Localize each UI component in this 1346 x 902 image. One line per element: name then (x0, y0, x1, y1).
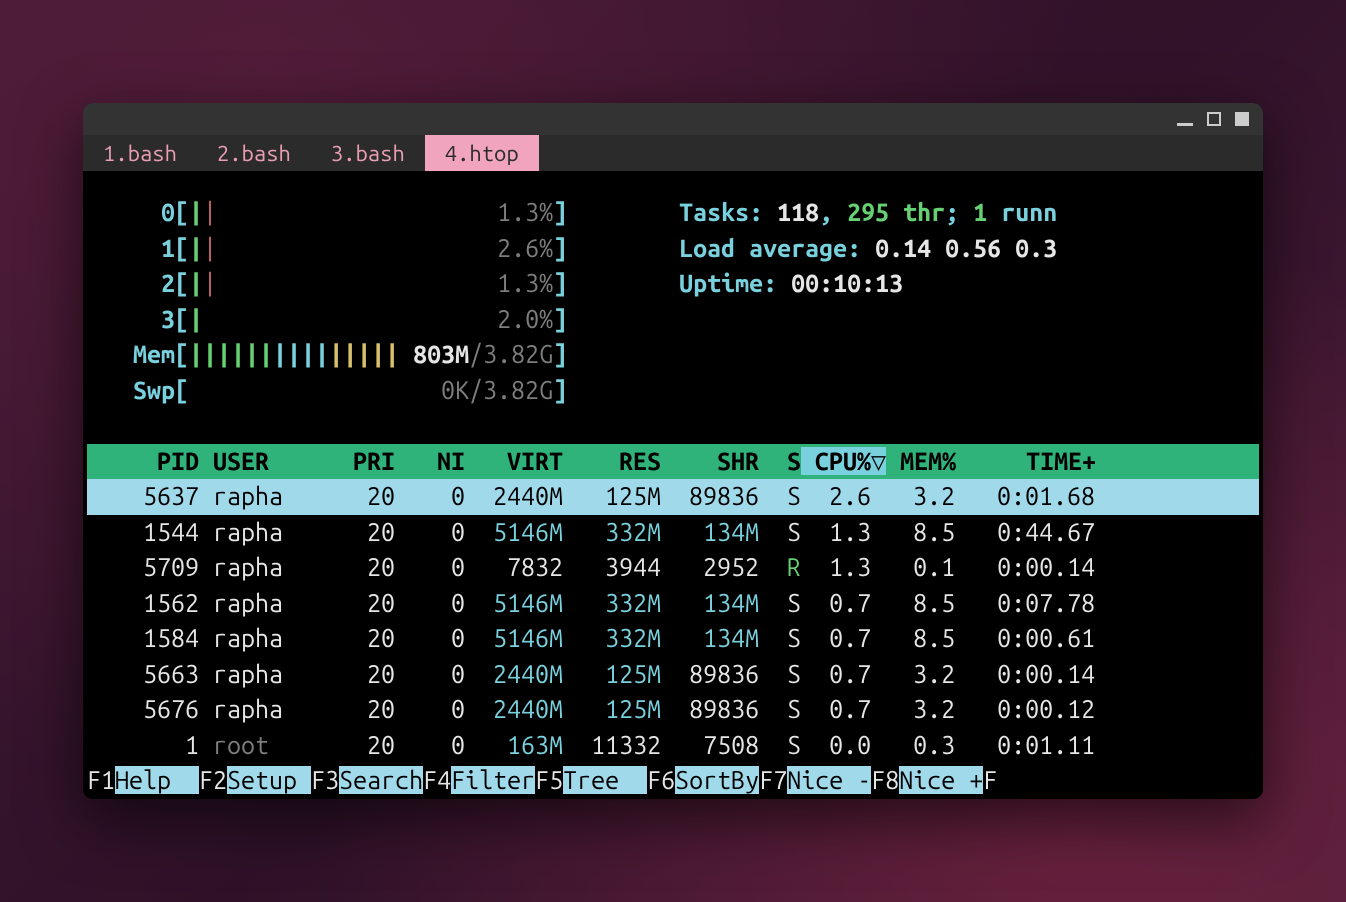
process-row[interactable]: 5676 rapha 20 0 2440M 125M 89836 S 0.7 3… (87, 692, 1259, 728)
tab-1-bash[interactable]: 1.bash (83, 135, 197, 171)
fkey-label-F1[interactable]: Help (115, 766, 199, 794)
fkey-label-F5[interactable]: Tree (563, 766, 647, 794)
process-row[interactable]: 1584 rapha 20 0 5146M 332M 134M S 0.7 8.… (87, 621, 1259, 657)
fkey-F1[interactable]: F1 (87, 766, 115, 794)
function-key-bar: F1Help F2Setup F3SearchF4FilterF5Tree F6… (87, 763, 1259, 799)
swp-meter: Swp[ 0K/3.82G] (105, 373, 1259, 409)
tab-2-bash[interactable]: 2.bash (197, 135, 311, 171)
fkey-label-F8[interactable]: Nice + (899, 766, 983, 794)
cpu-meter-1: 1[|| 2.6%] Load average: 0.14 0.56 0.3 (105, 231, 1259, 267)
process-row[interactable]: 1 root 20 0 163M 11332 7508 S 0.0 0.3 0:… (87, 728, 1259, 764)
fkey-label-F4[interactable]: Filter (451, 766, 535, 794)
fkey-F4[interactable]: F4 (423, 766, 451, 794)
terminal-window: 1.bash2.bash3.bash4.htop 0[|| 1.3%] Task… (83, 103, 1263, 799)
tab-4-htop[interactable]: 4.htop (425, 135, 539, 171)
cpu-meter-0: 0[|| 1.3%] Tasks: 118, 295 thr; 1 runn (105, 195, 1259, 231)
process-row[interactable]: 1562 rapha 20 0 5146M 332M 134M S 0.7 8.… (87, 586, 1259, 622)
window-titlebar[interactable] (83, 103, 1263, 135)
fkey-label-F7[interactable]: Nice - (787, 766, 871, 794)
cpu-meter-2: 2[|| 1.3%] Uptime: 00:10:13 (105, 266, 1259, 302)
fkey-F8[interactable]: F8 (871, 766, 899, 794)
fkey-F5[interactable]: F5 (535, 766, 563, 794)
fkey-F2[interactable]: F2 (199, 766, 227, 794)
fkey-F6[interactable]: F6 (647, 766, 675, 794)
fkey-label-F3[interactable]: Search (339, 766, 423, 794)
window-close-icon[interactable] (1235, 112, 1249, 126)
window-minimize-icon[interactable] (1177, 123, 1193, 126)
fkey-F7[interactable]: F7 (759, 766, 787, 794)
mem-meter: Mem[||||||||||||||| 803M/3.82G] (105, 337, 1259, 373)
terminal-content[interactable]: 0[|| 1.3%] Tasks: 118, 295 thr; 1 runn 1… (83, 171, 1263, 799)
process-row[interactable]: 1544 rapha 20 0 5146M 332M 134M S 1.3 8.… (87, 515, 1259, 551)
window-maximize-icon[interactable] (1207, 112, 1221, 126)
tab-3-bash[interactable]: 3.bash (311, 135, 425, 171)
fkey-label-F6[interactable]: SortBy (675, 766, 759, 794)
tab-bar: 1.bash2.bash3.bash4.htop (83, 135, 1263, 171)
cpu-meter-3: 3[| 2.0%] (105, 302, 1259, 338)
process-table-header[interactable]: PID USER PRI NI VIRT RES SHR S CPU%▽ MEM… (87, 444, 1259, 480)
fkey-F3[interactable]: F3 (311, 766, 339, 794)
fkey-label-F2[interactable]: Setup (227, 766, 311, 794)
process-row[interactable]: 5663 rapha 20 0 2440M 125M 89836 S 0.7 3… (87, 657, 1259, 693)
process-row[interactable]: 5709 rapha 20 0 7832 3944 2952 R 1.3 0.1… (87, 550, 1259, 586)
process-row[interactable]: 5637 rapha 20 0 2440M 125M 89836 S 2.6 3… (87, 479, 1259, 515)
